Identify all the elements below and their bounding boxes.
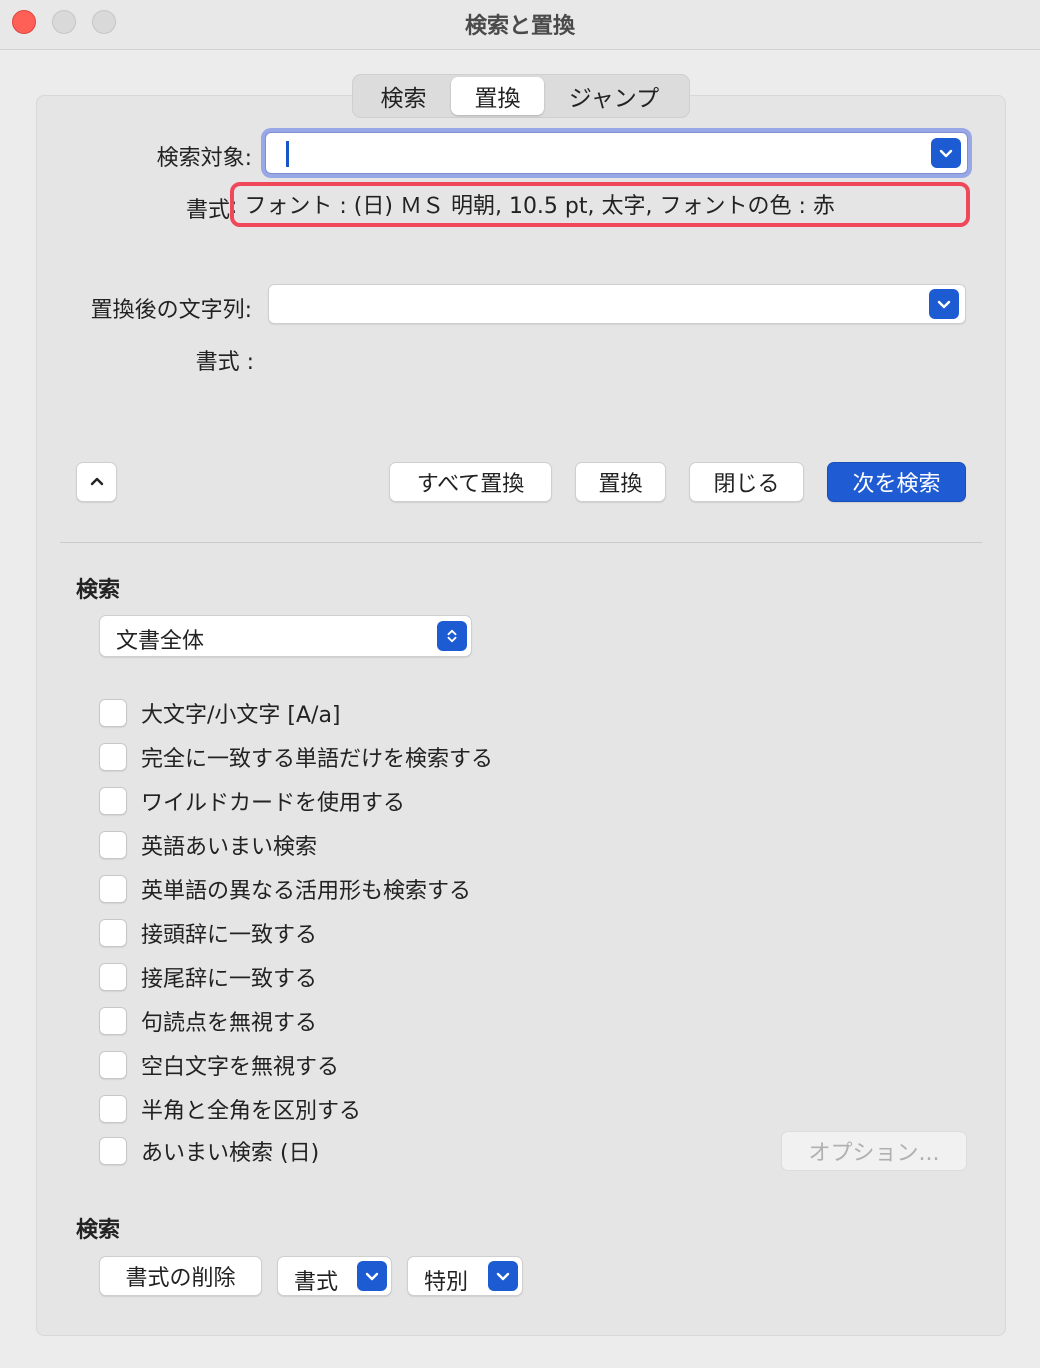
find-input[interactable] [265,132,968,174]
option-whole-word[interactable]: 完全に一致する単語だけを検索する [99,742,493,772]
option-label: 完全に一致する単語だけを検索する [141,747,494,772]
special-menu-button[interactable]: 特別 [407,1256,523,1296]
checkbox[interactable] [99,1137,127,1165]
option-suffix[interactable]: 接尾辞に一致する [99,962,317,992]
clear-format-button[interactable]: 書式の削除 [99,1256,262,1296]
tab-goto[interactable]: ジャンプ [544,77,684,115]
option-label: 半角と全角を区別する [141,1099,362,1124]
option-label: 接尾辞に一致する [141,967,318,992]
checkbox[interactable] [99,963,127,991]
replace-format-label: 書式 : [195,350,254,375]
close-button[interactable]: 閉じる [689,462,804,502]
search-scope-value: 文書全体 [116,629,205,654]
chevron-up-icon [90,477,103,486]
option-sounds-like[interactable]: 英語あいまい検索 [99,830,317,860]
option-label: ワイルドカードを使用する [141,791,406,816]
option-label: 句読点を無視する [141,1011,318,1036]
checkbox[interactable] [99,1051,127,1079]
tab-find[interactable]: 検索 [356,77,451,115]
text-caret [286,141,289,167]
option-prefix[interactable]: 接頭辞に一致する [99,918,317,948]
find-history-dropdown[interactable] [931,138,961,168]
find-label: 検索対象: [156,146,252,171]
checkbox[interactable] [99,1095,127,1123]
chevron-down-icon [365,1272,379,1281]
option-label: 英単語の異なる活用形も検索する [141,879,472,904]
search-section-title: 検索 [76,578,121,603]
option-label: 接頭辞に一致する [141,923,318,948]
format-menu-label: 書式 [294,1270,339,1295]
checkbox[interactable] [99,1007,127,1035]
option-match-case[interactable]: 大文字/小文字 [A/a] [99,698,341,728]
option-fuzzy-japanese[interactable]: あいまい検索 (日) [99,1136,319,1166]
option-label: 英語あいまい検索 [141,835,318,860]
chevron-down-icon [496,1272,510,1281]
replace-input[interactable] [268,284,966,324]
option-label: 空白文字を無視する [141,1055,340,1080]
replace-button[interactable]: 置換 [575,462,666,502]
title-bar: 検索と置換 [0,0,1040,50]
checkbox[interactable] [99,875,127,903]
chevron-down-icon [937,300,951,309]
option-wildcards[interactable]: ワイルドカードを使用する [99,786,405,816]
find-next-button[interactable]: 次を検索 [827,462,966,502]
checkbox[interactable] [99,787,127,815]
replace-label: 置換後の文字列: [90,298,252,323]
window-title: 検索と置換 [464,14,575,39]
search-scope-select[interactable]: 文書全体 [99,615,472,657]
option-ignore-punctuation[interactable]: 句読点を無視する [99,1006,317,1036]
checkbox[interactable] [99,831,127,859]
tab-bar: 検索 置換 ジャンプ [352,74,690,118]
option-word-forms[interactable]: 英単語の異なる活用形も検索する [99,874,471,904]
option-label: 大文字/小文字 [A/a] [141,703,341,728]
replace-all-button[interactable]: すべて置換 [389,462,552,502]
special-menu-label: 特別 [424,1270,469,1295]
checkbox[interactable] [99,919,127,947]
checkbox[interactable] [99,699,127,727]
option-width[interactable]: 半角と全角を区別する [99,1094,361,1124]
options-button[interactable]: オプション... [781,1131,967,1171]
section-divider [60,542,982,543]
checkbox[interactable] [99,743,127,771]
option-label: あいまい検索 (日) [141,1141,320,1166]
format-dropdown[interactable] [357,1261,387,1291]
format-menu-button[interactable]: 書式 [277,1256,392,1296]
find-format-label: 書式 [185,198,230,223]
option-ignore-whitespace[interactable]: 空白文字を無視する [99,1050,339,1080]
special-dropdown[interactable] [488,1261,518,1291]
highlight-annotation [230,182,970,227]
collapse-options-button[interactable] [76,462,117,502]
bottom-section-title: 検索 [76,1218,121,1243]
tab-replace[interactable]: 置換 [451,77,544,115]
chevron-down-icon [939,149,953,158]
stepper-icon [437,621,467,651]
replace-history-dropdown[interactable] [929,289,959,319]
